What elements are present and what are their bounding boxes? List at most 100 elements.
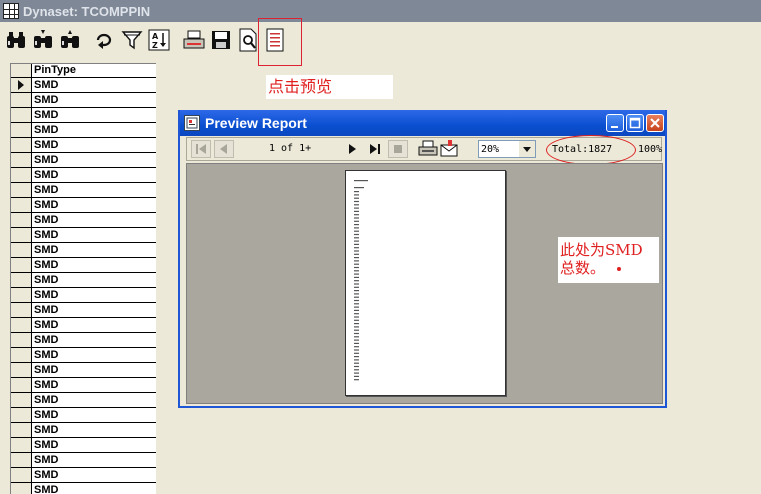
row-selector[interactable] (11, 93, 32, 107)
binoculars-find-icon[interactable] (3, 26, 29, 54)
table-row[interactable]: SMD (11, 288, 156, 303)
close-button[interactable] (646, 114, 664, 132)
row-selector[interactable] (11, 408, 32, 422)
next-page-icon[interactable] (342, 140, 362, 163)
row-selector[interactable] (11, 123, 32, 137)
save-icon[interactable] (208, 26, 234, 54)
table-row[interactable]: SMD (11, 108, 156, 123)
row-selector[interactable] (11, 198, 32, 212)
pintype-cell[interactable]: SMD (32, 408, 156, 422)
first-page-icon[interactable] (191, 140, 211, 163)
pintype-cell[interactable]: SMD (32, 423, 156, 437)
binoculars-find-prev-icon[interactable] (57, 26, 83, 54)
table-row[interactable]: SMD (11, 198, 156, 213)
table-row[interactable]: SMD (11, 213, 156, 228)
row-selector[interactable] (11, 363, 32, 377)
minimize-button[interactable] (606, 114, 624, 132)
table-row[interactable]: SMD (11, 273, 156, 288)
row-selector[interactable] (11, 468, 32, 482)
pintype-cell[interactable]: SMD (32, 303, 156, 317)
row-selector[interactable] (11, 438, 32, 452)
table-row[interactable]: SMD (11, 168, 156, 183)
row-selector[interactable] (11, 273, 32, 287)
table-row[interactable]: SMD (11, 348, 156, 363)
pintype-cell[interactable]: SMD (32, 318, 156, 332)
pintype-cell[interactable]: SMD (32, 168, 156, 182)
pintype-cell[interactable]: SMD (32, 108, 156, 122)
filter-icon[interactable] (119, 26, 145, 54)
pintype-cell[interactable]: SMD (32, 333, 156, 347)
maximize-button[interactable] (626, 114, 644, 132)
pintype-cell[interactable]: SMD (32, 78, 156, 92)
row-selector[interactable] (11, 423, 32, 437)
row-selector[interactable] (11, 303, 32, 317)
row-selector[interactable] (11, 483, 32, 494)
row-selector[interactable] (11, 78, 32, 92)
pintype-cell[interactable]: SMD (32, 438, 156, 452)
print-icon[interactable] (181, 26, 207, 54)
row-selector[interactable] (11, 348, 32, 362)
table-row[interactable]: SMD (11, 243, 156, 258)
table-row[interactable]: SMD (11, 93, 156, 108)
row-selector[interactable] (11, 153, 32, 167)
table-row[interactable]: SMD (11, 153, 156, 168)
pintype-cell[interactable]: SMD (32, 138, 156, 152)
pintype-cell[interactable]: SMD (32, 123, 156, 137)
table-row[interactable]: SMD (11, 468, 156, 483)
table-row[interactable]: SMD (11, 378, 156, 393)
table-row[interactable]: SMD (11, 228, 156, 243)
pintype-cell[interactable]: SMD (32, 348, 156, 362)
pintype-cell[interactable]: SMD (32, 378, 156, 392)
table-row[interactable]: SMD (11, 333, 156, 348)
row-selector[interactable] (11, 378, 32, 392)
loop-icon[interactable] (92, 26, 118, 54)
pintype-cell[interactable]: SMD (32, 468, 156, 482)
table-row[interactable]: SMD (11, 453, 156, 468)
table-row[interactable]: SMD (11, 183, 156, 198)
row-selector[interactable] (11, 288, 32, 302)
export-icon[interactable] (440, 140, 460, 163)
pintype-cell[interactable]: SMD (32, 393, 156, 407)
table-row[interactable]: SMD (11, 318, 156, 333)
pintype-cell[interactable]: SMD (32, 288, 156, 302)
pintype-cell[interactable]: SMD (32, 243, 156, 257)
data-grid[interactable]: PinType SMD SMD SMD SMD SMD SMD SMD SMD SMD SMD SM… (10, 63, 156, 494)
table-row[interactable]: SMD (11, 438, 156, 453)
row-selector[interactable] (11, 138, 32, 152)
row-selector[interactable] (11, 453, 32, 467)
chevron-down-icon[interactable] (519, 141, 535, 157)
binoculars-find-next-icon[interactable] (30, 26, 56, 54)
pintype-cell[interactable]: SMD (32, 93, 156, 107)
stop-icon[interactable] (388, 140, 408, 163)
pintype-cell[interactable]: SMD (32, 273, 156, 287)
row-selector[interactable] (11, 228, 32, 242)
column-header-pintype[interactable]: PinType (32, 64, 156, 77)
row-selector[interactable] (11, 213, 32, 227)
last-page-icon[interactable] (365, 140, 385, 163)
row-selector[interactable] (11, 318, 32, 332)
pintype-cell[interactable]: SMD (32, 453, 156, 467)
table-row[interactable]: SMD (11, 408, 156, 423)
pintype-cell[interactable]: SMD (32, 183, 156, 197)
zoom-select[interactable]: 20% (478, 140, 536, 158)
preview-canvas[interactable]: 此处为SMD 总数。 (186, 163, 663, 404)
row-selector[interactable] (11, 243, 32, 257)
table-row[interactable]: SMD (11, 423, 156, 438)
preview-print-icon[interactable] (418, 140, 438, 163)
pintype-cell[interactable]: SMD (32, 198, 156, 212)
pintype-cell[interactable]: SMD (32, 363, 156, 377)
table-row[interactable]: SMD (11, 393, 156, 408)
row-selector[interactable] (11, 393, 32, 407)
pintype-cell[interactable]: SMD (32, 483, 156, 494)
row-selector[interactable] (11, 183, 32, 197)
row-selector[interactable] (11, 168, 32, 182)
pintype-cell[interactable]: SMD (32, 213, 156, 227)
table-row[interactable]: SMD (11, 483, 156, 494)
table-row[interactable]: SMD (11, 363, 156, 378)
row-selector[interactable] (11, 258, 32, 272)
row-selector[interactable] (11, 333, 32, 347)
pintype-cell[interactable]: SMD (32, 258, 156, 272)
prev-page-icon[interactable] (214, 140, 234, 163)
table-row[interactable]: SMD (11, 123, 156, 138)
table-row[interactable]: SMD (11, 303, 156, 318)
